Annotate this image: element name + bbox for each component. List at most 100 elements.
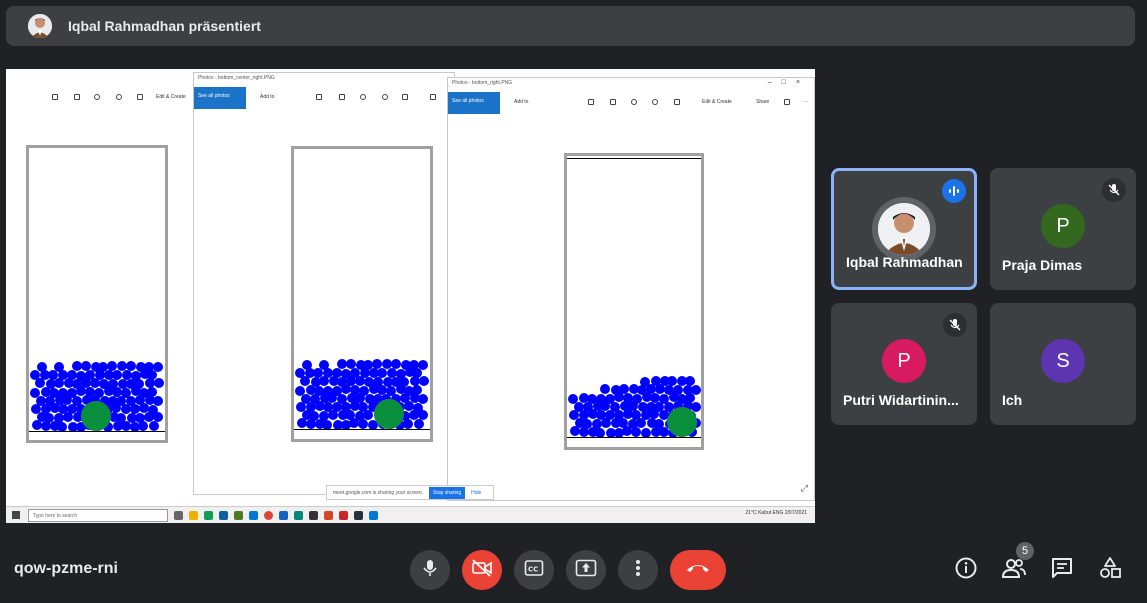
app-icon[interactable] xyxy=(294,510,303,520)
favorite-icon[interactable] xyxy=(94,94,100,100)
avatar-initial: S xyxy=(1056,349,1070,372)
container-2 xyxy=(291,146,433,442)
rotate-icon[interactable] xyxy=(382,94,388,100)
green-ball xyxy=(374,399,404,429)
blue-ball xyxy=(153,396,164,407)
windows-start-icon[interactable] xyxy=(12,511,20,519)
photos-icon[interactable] xyxy=(369,510,378,520)
blue-ball xyxy=(685,375,696,386)
ball-pile-3 xyxy=(567,156,701,437)
see-all-photos-button[interactable]: See all photos xyxy=(194,87,246,109)
hangup-icon xyxy=(685,561,711,579)
blue-ball xyxy=(631,393,642,404)
taskbar-search[interactable]: Type here to search xyxy=(28,508,168,522)
hide-link[interactable]: Hide xyxy=(471,490,481,496)
blue-ball xyxy=(403,419,414,429)
mic-button[interactable] xyxy=(410,550,450,590)
share-label[interactable]: Share xyxy=(756,99,769,105)
blue-ball xyxy=(153,378,164,389)
camera-toggle-button[interactable] xyxy=(462,550,502,590)
add-to-button[interactable]: Add to xyxy=(514,99,528,105)
edit-icon[interactable] xyxy=(430,94,436,100)
more-dots[interactable]: ··· xyxy=(803,99,808,105)
blue-ball xyxy=(93,387,104,398)
favorite-icon[interactable] xyxy=(631,99,637,105)
minecraft-icon[interactable] xyxy=(234,510,243,520)
mic-off-icon xyxy=(1102,178,1126,202)
delete-icon[interactable] xyxy=(74,94,80,100)
avatar-initial: P xyxy=(897,349,911,372)
blue-ball xyxy=(125,360,136,371)
leave-call-button[interactable] xyxy=(670,550,726,590)
favorite-icon[interactable] xyxy=(360,94,366,100)
add-to-button[interactable]: Add to xyxy=(260,94,274,100)
more-options-button[interactable] xyxy=(618,550,658,590)
crop-icon[interactable] xyxy=(137,94,143,100)
window-controls[interactable]: –□× xyxy=(768,79,810,86)
presenter-avatar xyxy=(28,14,52,38)
captions-button[interactable]: CC xyxy=(514,550,554,590)
blue-ball xyxy=(111,370,122,380)
container-1 xyxy=(26,145,168,443)
mic-icon xyxy=(420,558,440,583)
blue-ball xyxy=(582,418,593,429)
chat-icon xyxy=(1050,556,1074,585)
blue-ball xyxy=(107,378,118,389)
blue-ball xyxy=(372,376,383,387)
outlook-icon[interactable] xyxy=(219,510,228,520)
rotate-icon[interactable] xyxy=(652,99,658,105)
present-now-button[interactable] xyxy=(566,550,606,590)
vscode-icon[interactable] xyxy=(249,510,258,520)
avatar: S xyxy=(1041,339,1085,383)
blue-ball xyxy=(301,359,312,370)
blue-ball xyxy=(53,362,64,373)
powerpoint-icon[interactable] xyxy=(324,510,333,520)
activities-button[interactable] xyxy=(1096,556,1124,584)
crop-icon[interactable] xyxy=(402,94,408,100)
blue-ball xyxy=(413,402,424,413)
blue-ball xyxy=(309,410,320,421)
delete-icon[interactable] xyxy=(610,99,616,105)
ball-pile-2 xyxy=(294,149,430,429)
participant-tile-putri[interactable]: P Putri Widartinin... xyxy=(831,303,977,425)
zoom-icon[interactable] xyxy=(316,94,322,100)
app-icon[interactable] xyxy=(309,510,318,520)
see-all-photos-button[interactable]: See all photos xyxy=(448,92,500,114)
blue-ball xyxy=(385,385,396,396)
container-3 xyxy=(564,153,704,450)
floor-line xyxy=(294,429,430,430)
zoom-icon[interactable] xyxy=(52,94,58,100)
crop-icon[interactable] xyxy=(674,99,680,105)
participant-tile-iqbal[interactable]: Iqbal Rahmadhan xyxy=(831,168,977,290)
expand-icon[interactable]: ⤢ xyxy=(801,483,808,494)
rotate-icon[interactable] xyxy=(116,94,122,100)
blue-ball xyxy=(654,418,665,429)
chrome-icon[interactable] xyxy=(264,510,273,520)
blue-ball xyxy=(358,385,369,396)
chat-button[interactable] xyxy=(1048,556,1076,584)
participant-tile-praja[interactable]: P Praja Dimas xyxy=(990,168,1136,290)
participant-tile-ich[interactable]: S Ich xyxy=(990,303,1136,425)
task-view-icon[interactable] xyxy=(174,510,183,520)
presenter-bar: Iqbal Rahmadhan präsentiert xyxy=(6,6,1135,46)
zoom-icon[interactable] xyxy=(588,99,594,105)
present-icon xyxy=(575,559,597,582)
stop-sharing-button[interactable]: Stop sharing xyxy=(429,486,466,499)
app-icon[interactable] xyxy=(279,510,288,520)
meeting-details-button[interactable] xyxy=(952,556,980,584)
edge-icon[interactable] xyxy=(204,510,213,520)
app-icon[interactable] xyxy=(354,510,363,520)
captions-icon: CC xyxy=(524,559,544,582)
more-icon xyxy=(635,559,641,582)
blue-ball xyxy=(57,421,68,431)
explorer-icon[interactable] xyxy=(189,510,198,520)
people-button[interactable] xyxy=(1000,556,1028,584)
blue-ball xyxy=(120,387,131,398)
delete-icon[interactable] xyxy=(339,94,345,100)
edit-create-label[interactable]: Edit & Create xyxy=(702,99,732,105)
camera-off-icon xyxy=(471,558,493,583)
app-icon[interactable] xyxy=(339,510,348,520)
edit-create-label[interactable]: Edit & Create xyxy=(156,94,186,100)
window-toolbar: See all photos Add to xyxy=(194,87,454,109)
print-icon[interactable] xyxy=(784,99,790,105)
